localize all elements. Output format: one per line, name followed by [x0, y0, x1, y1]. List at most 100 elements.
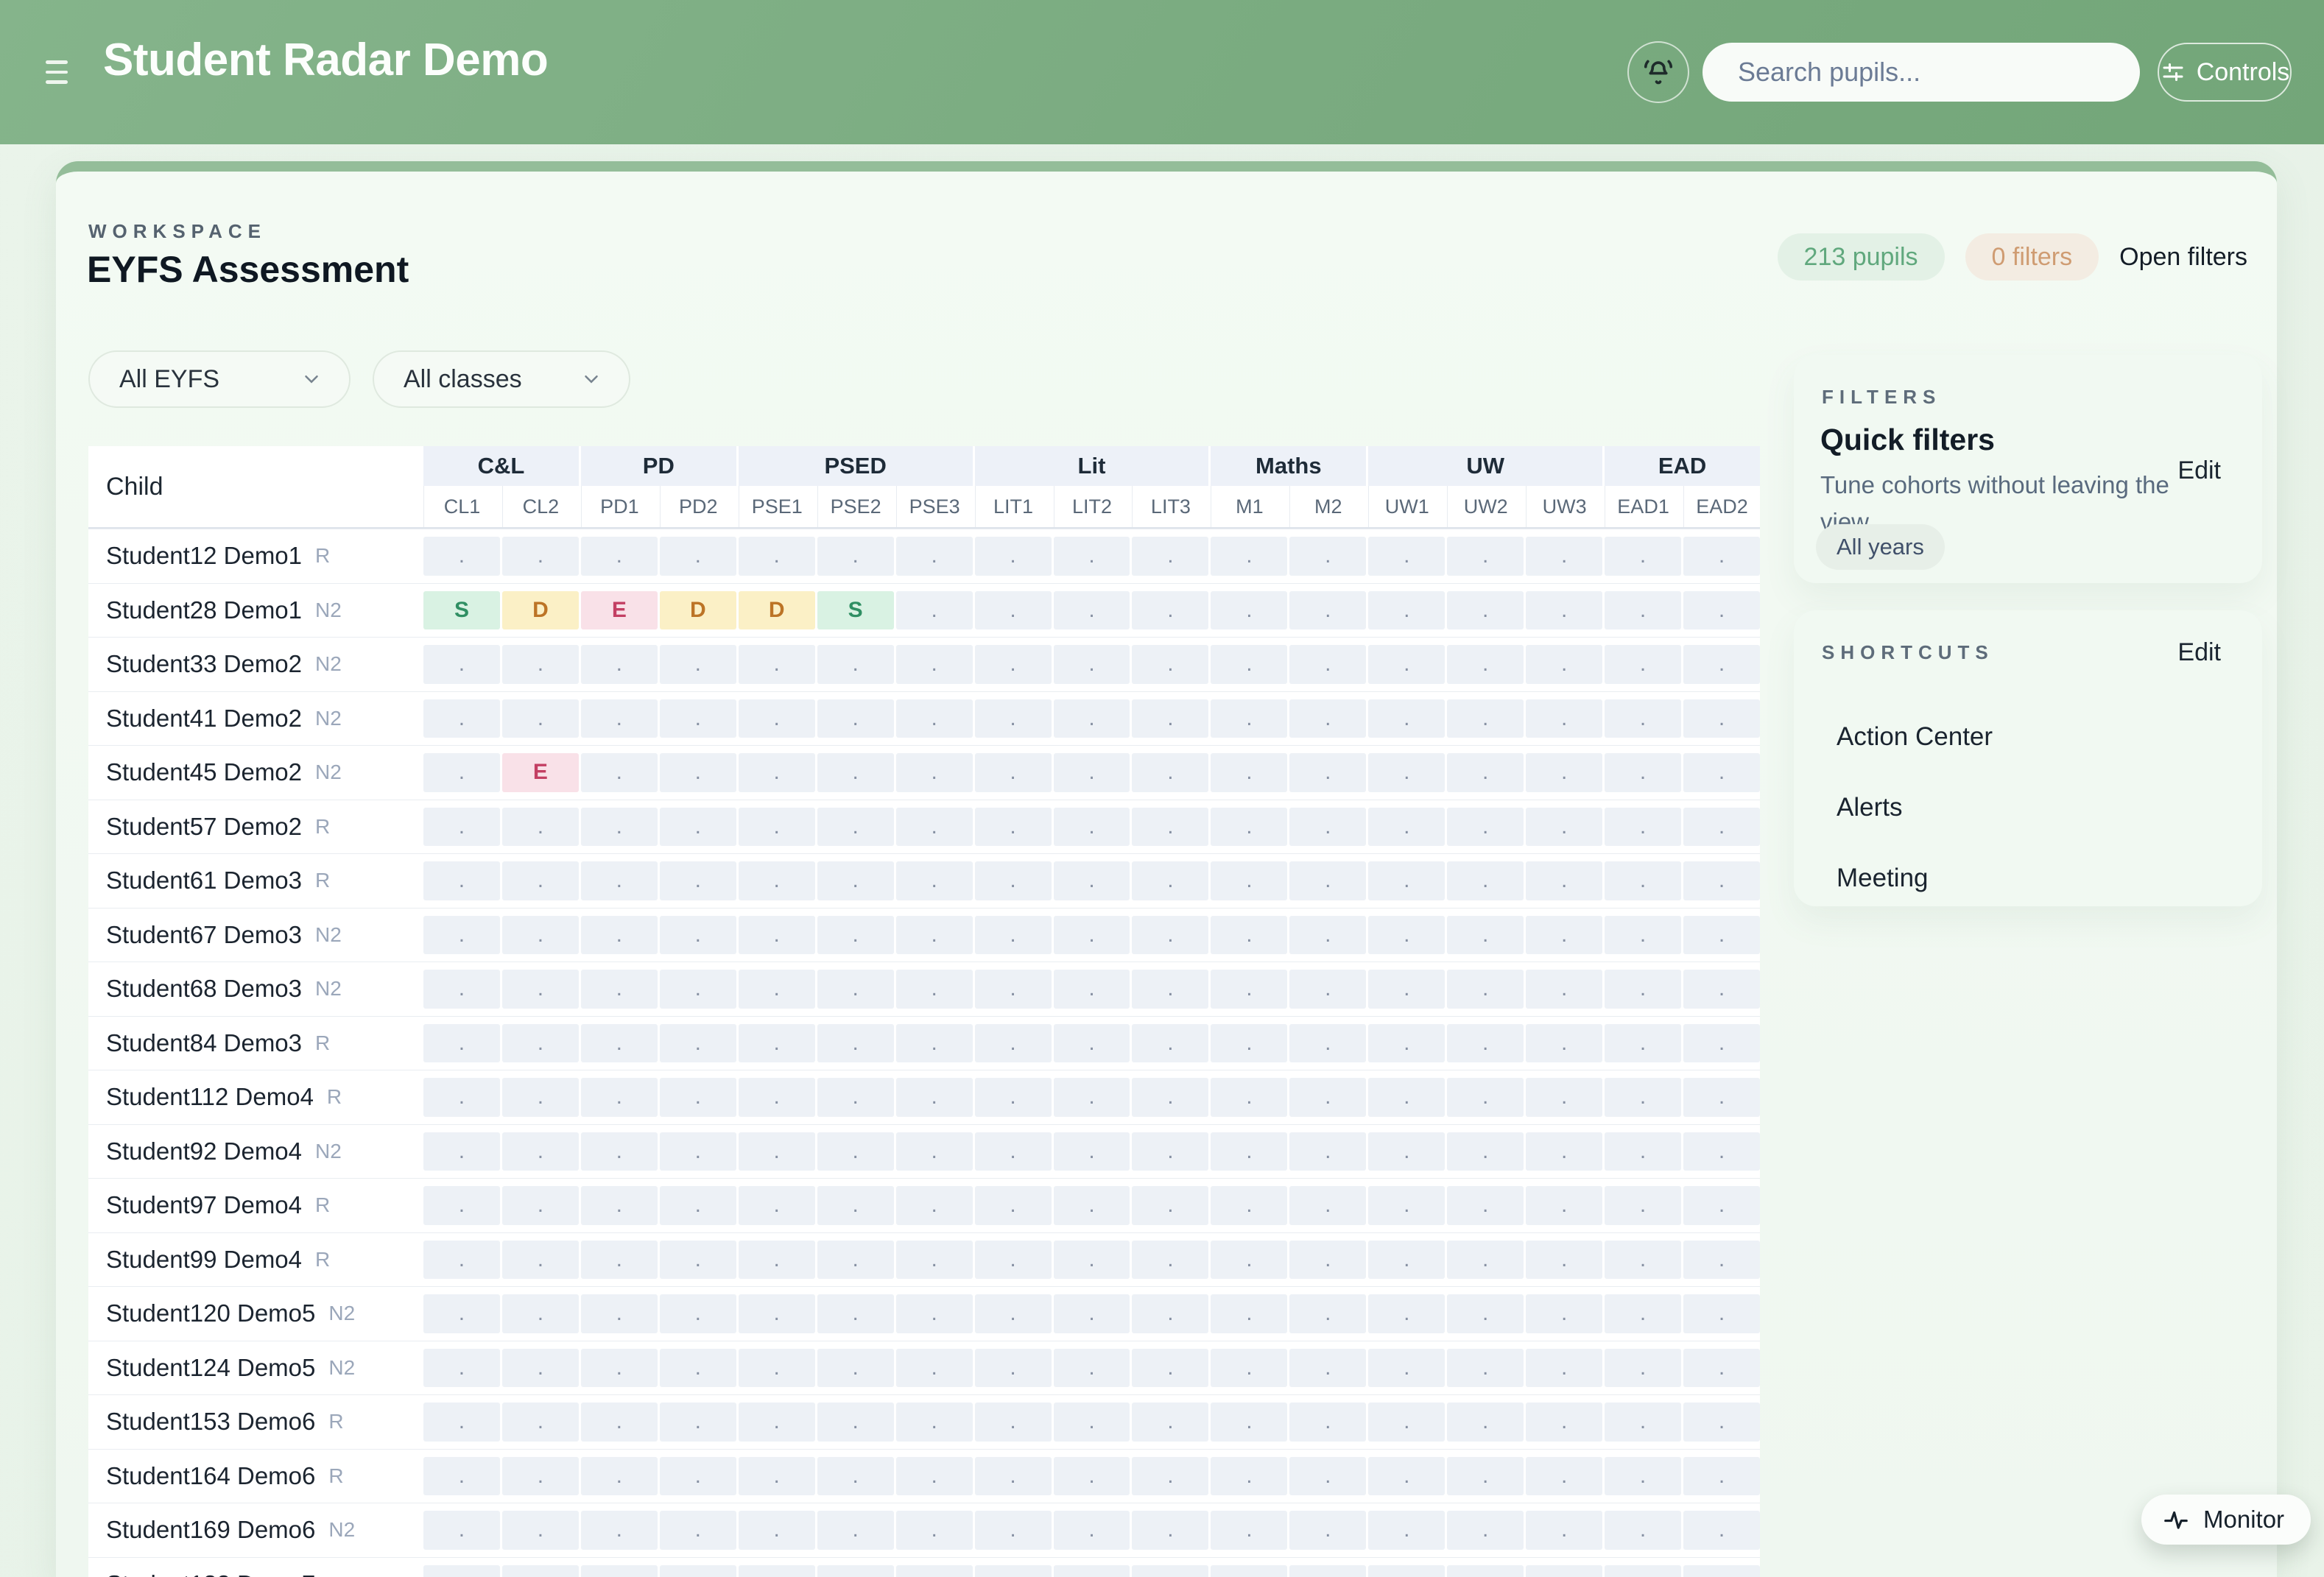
- score-cell[interactable]: .: [660, 1565, 736, 1577]
- edit-shortcuts-button[interactable]: Edit: [2177, 638, 2221, 667]
- score-cell[interactable]: .: [1368, 1024, 1445, 1063]
- student-row[interactable]: Student169 Demo6N2.................: [88, 1503, 1760, 1557]
- score-cell[interactable]: .: [1368, 1078, 1445, 1117]
- score-cell[interactable]: .: [1447, 645, 1524, 684]
- score-cell[interactable]: E: [581, 591, 658, 630]
- student-name-cell[interactable]: Student68 Demo3N2: [88, 962, 421, 1016]
- score-cell[interactable]: .: [817, 1565, 894, 1577]
- score-cell[interactable]: .: [1289, 861, 1366, 900]
- score-cell[interactable]: .: [896, 1078, 973, 1117]
- score-cell[interactable]: .: [581, 1403, 658, 1442]
- score-cell[interactable]: .: [975, 699, 1052, 738]
- score-cell[interactable]: .: [1132, 645, 1208, 684]
- score-cell[interactable]: .: [1447, 1457, 1524, 1496]
- score-cell[interactable]: .: [1526, 808, 1602, 847]
- score-cell[interactable]: .: [1054, 1132, 1130, 1171]
- score-cell[interactable]: .: [1211, 1511, 1287, 1550]
- score-cell[interactable]: .: [1054, 1565, 1130, 1577]
- score-cell[interactable]: .: [1605, 861, 1681, 900]
- score-cell[interactable]: .: [660, 1078, 736, 1117]
- score-cell[interactable]: .: [502, 970, 579, 1009]
- score-cell[interactable]: .: [975, 1457, 1052, 1496]
- score-cell[interactable]: .: [1447, 1241, 1524, 1280]
- score-cell[interactable]: .: [1368, 1132, 1445, 1171]
- score-cell[interactable]: .: [1132, 1565, 1208, 1577]
- score-cell[interactable]: .: [975, 1132, 1052, 1171]
- score-cell[interactable]: E: [502, 753, 579, 792]
- score-cell[interactable]: .: [817, 699, 894, 738]
- student-name-cell[interactable]: Student92 Demo4N2: [88, 1125, 421, 1179]
- score-cell[interactable]: .: [660, 1186, 736, 1225]
- score-cell[interactable]: .: [1683, 645, 1760, 684]
- score-cell[interactable]: .: [739, 1078, 815, 1117]
- score-cell[interactable]: .: [817, 1241, 894, 1280]
- student-row[interactable]: Student153 Demo6R.................: [88, 1394, 1760, 1449]
- score-cell[interactable]: D: [502, 591, 579, 630]
- score-cell[interactable]: .: [423, 970, 500, 1009]
- score-cell[interactable]: .: [1526, 1241, 1602, 1280]
- score-cell[interactable]: .: [896, 1457, 973, 1496]
- score-cell[interactable]: .: [1605, 699, 1681, 738]
- score-cell[interactable]: .: [1683, 916, 1760, 955]
- student-row[interactable]: Student84 Demo3R.................: [88, 1016, 1760, 1070]
- score-cell[interactable]: .: [1683, 1457, 1760, 1496]
- score-cell[interactable]: .: [423, 1349, 500, 1388]
- score-cell[interactable]: .: [1526, 645, 1602, 684]
- score-cell[interactable]: .: [1368, 1349, 1445, 1388]
- student-name-cell[interactable]: Student12 Demo1R: [88, 529, 421, 583]
- score-cell[interactable]: .: [1447, 537, 1524, 576]
- eyfs-dropdown[interactable]: All EYFS: [88, 350, 351, 408]
- score-cell[interactable]: .: [1054, 808, 1130, 847]
- score-cell[interactable]: .: [896, 808, 973, 847]
- score-cell[interactable]: .: [1054, 1294, 1130, 1333]
- score-cell[interactable]: .: [975, 1241, 1052, 1280]
- score-cell[interactable]: .: [1054, 591, 1130, 630]
- score-cell[interactable]: .: [1132, 970, 1208, 1009]
- score-cell[interactable]: .: [1211, 699, 1287, 738]
- open-filters-button[interactable]: Open filters: [2119, 243, 2247, 272]
- score-cell[interactable]: .: [502, 1024, 579, 1063]
- score-cell[interactable]: .: [502, 1457, 579, 1496]
- score-cell[interactable]: .: [739, 1186, 815, 1225]
- score-cell[interactable]: .: [1605, 808, 1681, 847]
- score-cell[interactable]: .: [423, 1457, 500, 1496]
- score-cell[interactable]: .: [502, 1349, 579, 1388]
- score-cell[interactable]: .: [1605, 1294, 1681, 1333]
- score-cell[interactable]: .: [1605, 645, 1681, 684]
- score-cell[interactable]: .: [1211, 1078, 1287, 1117]
- student-row[interactable]: Student112 Demo4R.................: [88, 1070, 1760, 1124]
- score-cell[interactable]: .: [739, 1294, 815, 1333]
- notifications-button[interactable]: [1627, 41, 1689, 103]
- score-cell[interactable]: .: [739, 970, 815, 1009]
- score-cell[interactable]: .: [817, 1511, 894, 1550]
- score-cell[interactable]: .: [1447, 861, 1524, 900]
- score-cell[interactable]: .: [1605, 1132, 1681, 1171]
- score-cell[interactable]: .: [817, 1132, 894, 1171]
- score-cell[interactable]: .: [1132, 1511, 1208, 1550]
- score-cell[interactable]: .: [1054, 1186, 1130, 1225]
- score-cell[interactable]: .: [1447, 1024, 1524, 1063]
- score-cell[interactable]: .: [660, 808, 736, 847]
- student-name-cell[interactable]: Student28 Demo1N2: [88, 584, 421, 638]
- student-name-cell[interactable]: Student153 Demo6R: [88, 1395, 421, 1449]
- score-cell[interactable]: .: [975, 1024, 1052, 1063]
- score-cell[interactable]: .: [1447, 1294, 1524, 1333]
- score-cell[interactable]: .: [423, 916, 500, 955]
- student-name-cell[interactable]: Student183 Demo7R: [88, 1558, 421, 1577]
- score-cell[interactable]: .: [1605, 1078, 1681, 1117]
- score-cell[interactable]: .: [660, 1349, 736, 1388]
- score-cell[interactable]: .: [1054, 970, 1130, 1009]
- score-cell[interactable]: .: [975, 808, 1052, 847]
- score-cell[interactable]: .: [739, 699, 815, 738]
- score-cell[interactable]: .: [1526, 537, 1602, 576]
- score-cell[interactable]: .: [1526, 1024, 1602, 1063]
- score-cell[interactable]: .: [660, 970, 736, 1009]
- student-name-cell[interactable]: Student99 Demo4R: [88, 1233, 421, 1287]
- score-cell[interactable]: .: [502, 1403, 579, 1442]
- score-cell[interactable]: .: [975, 645, 1052, 684]
- score-cell[interactable]: .: [1526, 753, 1602, 792]
- score-cell[interactable]: .: [975, 916, 1052, 955]
- score-cell[interactable]: .: [1132, 861, 1208, 900]
- score-cell[interactable]: .: [975, 861, 1052, 900]
- score-cell[interactable]: .: [739, 1565, 815, 1577]
